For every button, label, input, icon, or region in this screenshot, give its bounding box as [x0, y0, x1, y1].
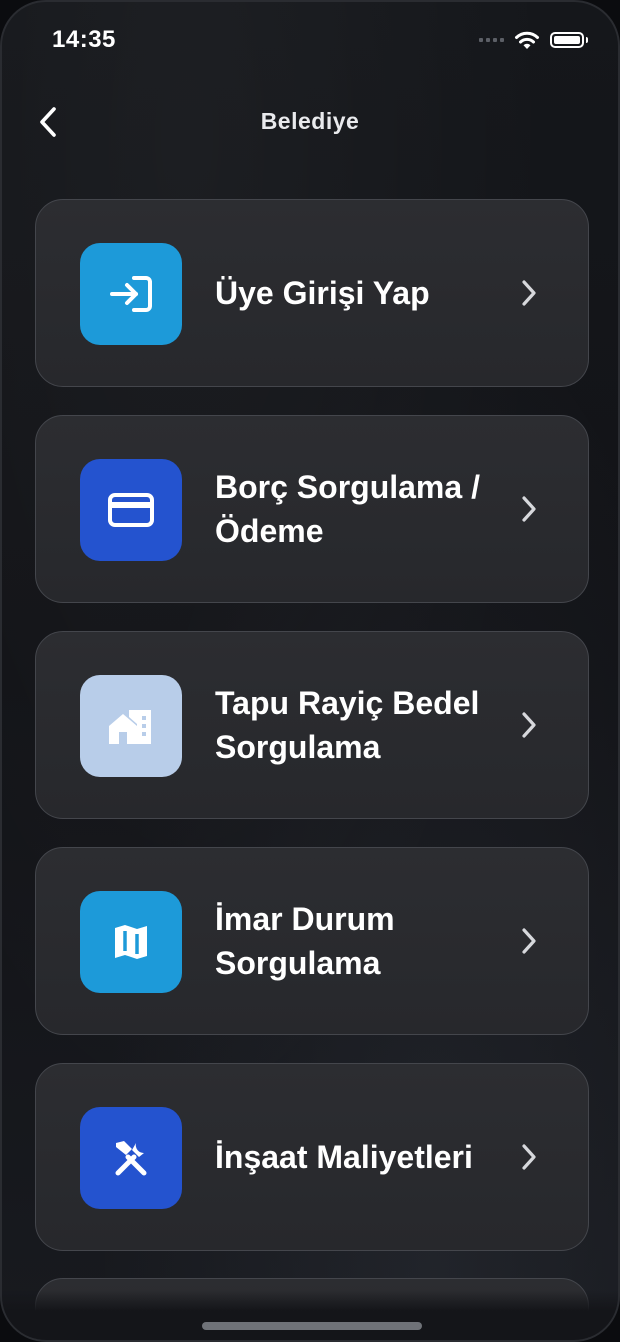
page-title: Belediye — [260, 108, 360, 134]
chevron-right-icon — [518, 279, 540, 307]
chevron-right-icon — [518, 1143, 540, 1171]
wifi-icon — [515, 31, 539, 49]
menu-item-label: Tapu Rayiç Bedel Sorgulama — [215, 685, 480, 765]
cellular-signal-icon — [479, 38, 504, 42]
chevron-right-icon — [518, 927, 540, 955]
navigation-bar: Belediye — [2, 92, 618, 152]
status-icons — [479, 30, 588, 50]
menu-item-debt-inquiry[interactable]: Borç Sorgulama / Ödeme — [35, 415, 589, 603]
battery-tip — [586, 37, 588, 43]
tools-icon — [115, 1141, 147, 1176]
map-icon-tile — [80, 891, 182, 993]
menu-item-label: İnşaat Maliyetleri — [215, 1139, 473, 1175]
bottom-fade — [2, 1290, 618, 1340]
menu-item-title-deed-value[interactable]: Tapu Rayiç Bedel Sorgulama — [35, 631, 589, 819]
menu-item-label: Üye Girişi Yap — [215, 275, 430, 311]
menu-item-construction-costs[interactable]: İnşaat Maliyetleri — [35, 1063, 589, 1251]
chevron-right-icon — [518, 495, 540, 523]
credit-card-icon-tile — [80, 459, 182, 561]
login-icon — [110, 276, 152, 312]
menu-item-label: Borç Sorgulama / Ödeme — [215, 469, 480, 549]
tools-icon-tile — [80, 1107, 182, 1209]
status-time: 14:35 — [52, 26, 116, 53]
status-bar: 14:35 — [2, 2, 618, 82]
menu-item-member-login[interactable]: Üye Girişi Yap — [35, 199, 589, 387]
credit-card-icon — [108, 493, 154, 527]
menu-item-label: İmar Durum Sorgulama — [215, 901, 395, 981]
phone-screen: 14:35 Belediye Üye Girişi Yap Borç Sorgu… — [0, 0, 620, 1342]
menu-list: Üye Girişi Yap Borç Sorgulama / Ödeme Ta… — [35, 199, 589, 1279]
building-icon-tile — [80, 675, 182, 777]
building-icon — [109, 710, 151, 744]
chevron-right-icon — [518, 711, 540, 739]
home-indicator[interactable] — [202, 1322, 422, 1330]
battery-icon — [550, 32, 584, 48]
menu-item-zoning-status[interactable]: İmar Durum Sorgulama — [35, 847, 589, 1035]
map-icon — [115, 925, 147, 959]
login-icon-tile — [80, 243, 182, 345]
